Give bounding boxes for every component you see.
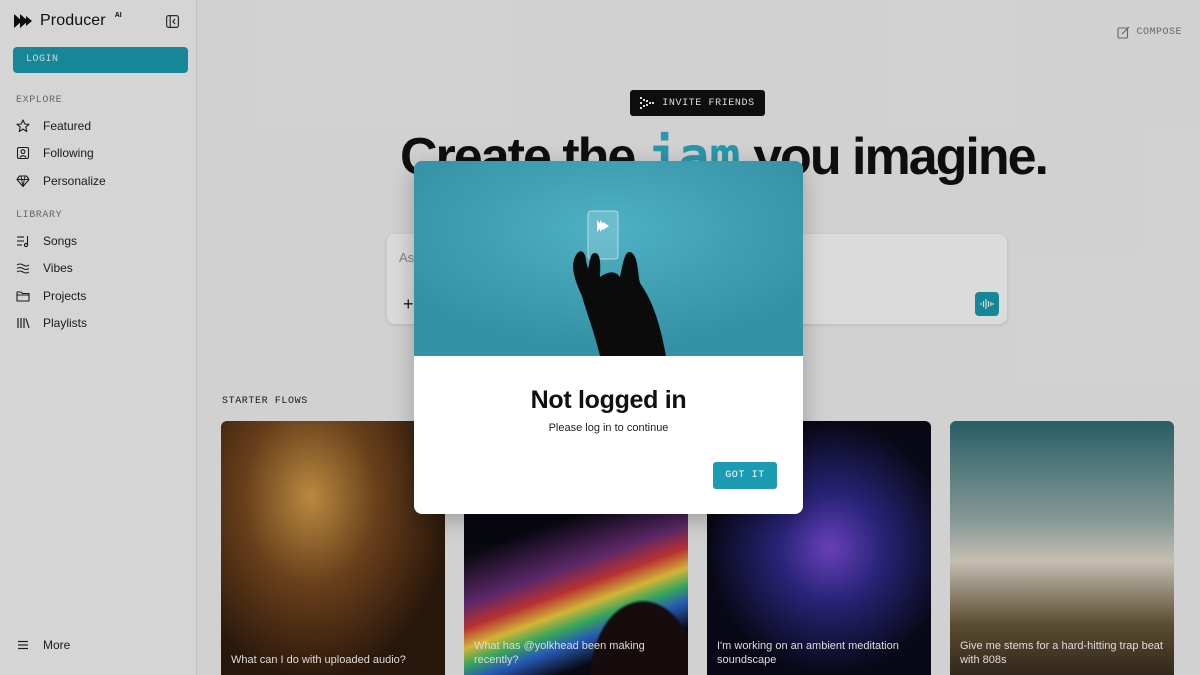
got-it-button[interactable]: GOT IT bbox=[713, 462, 777, 489]
dialog-title: Not logged in bbox=[530, 386, 687, 414]
app: Producer AI LOGIN EXPLORE Featured Follow… bbox=[0, 0, 1200, 675]
hand-holding-card-illustration bbox=[414, 161, 803, 356]
login-required-dialog: Not logged in Please log in to continue … bbox=[414, 161, 803, 514]
dialog-hero-image bbox=[414, 161, 803, 356]
dialog-subtitle: Please log in to continue bbox=[548, 422, 669, 434]
